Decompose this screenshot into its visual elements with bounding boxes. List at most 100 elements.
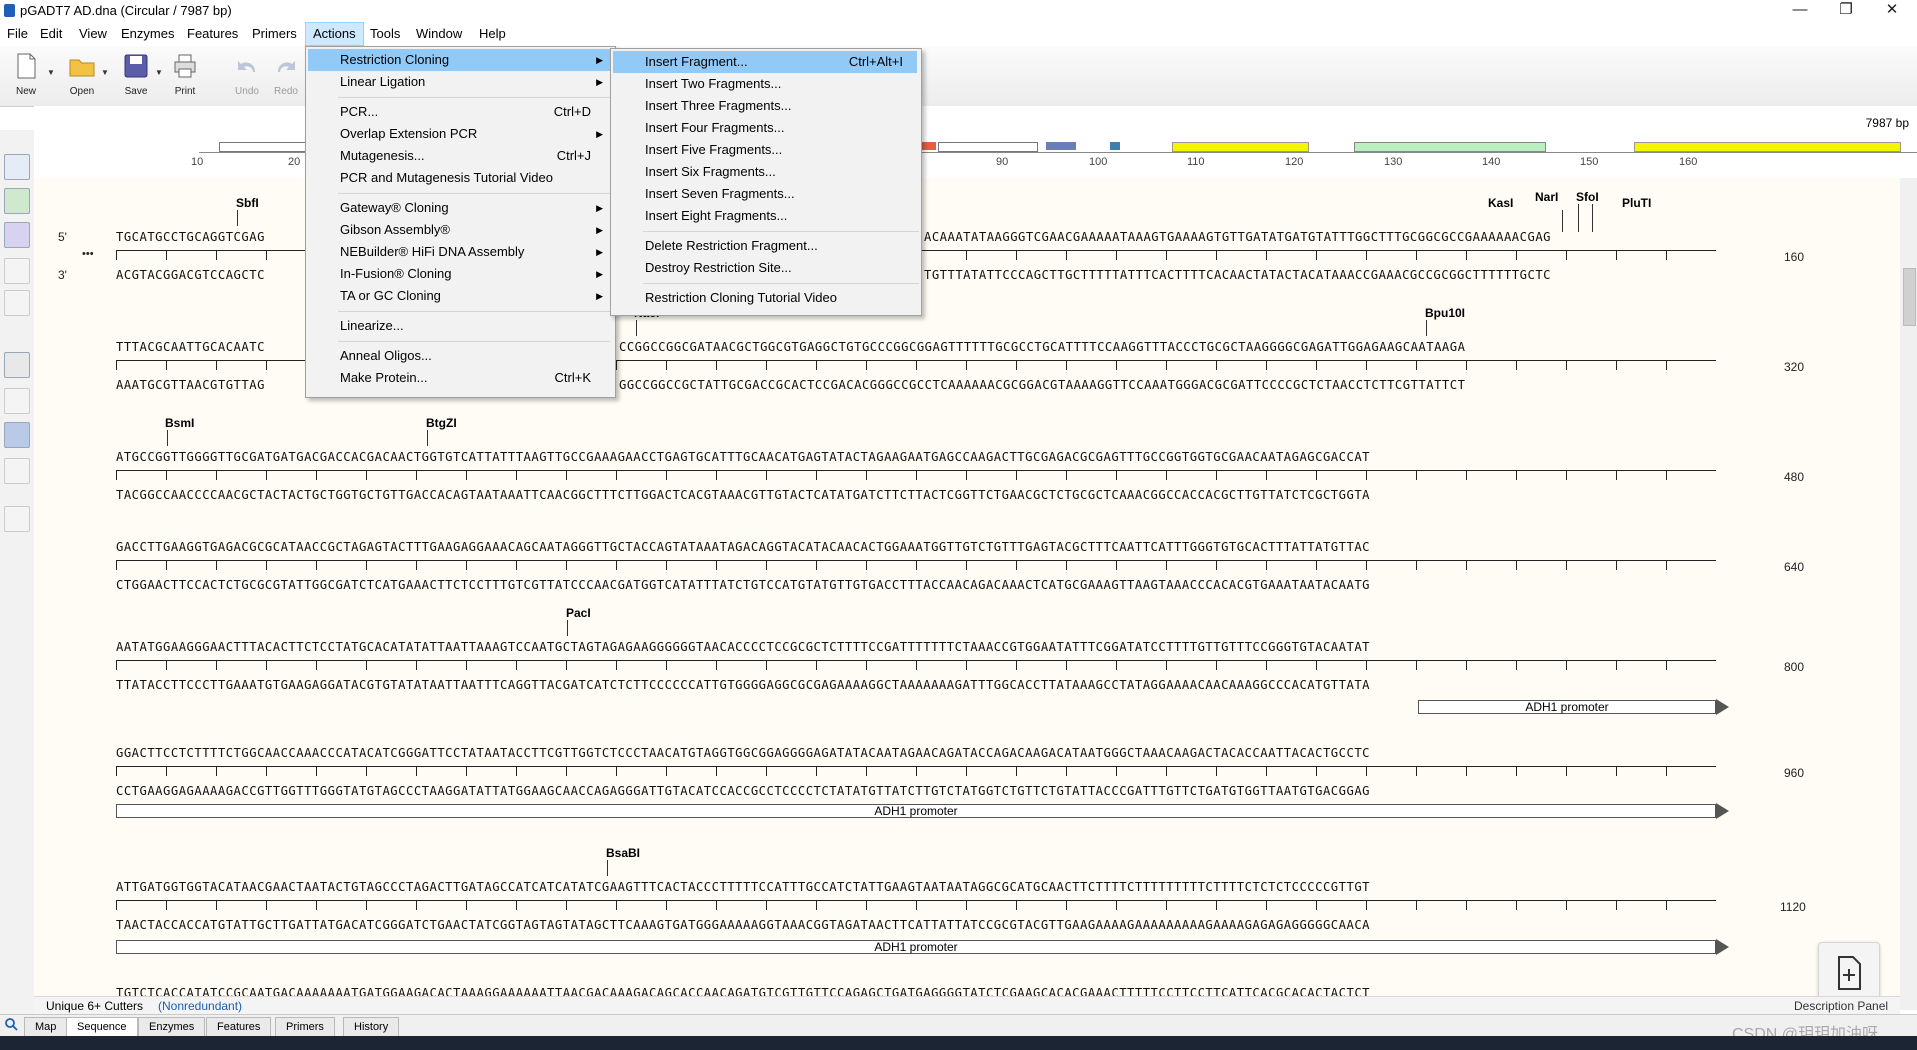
menu-item-nebuilder[interactable]: NEBuilder® HiFi DNA Assembly ▶ <box>308 241 611 263</box>
seq-bottom-strand[interactable]: TGTTTATATTCCCAGCTTGCTTTTTATTTCACTTTTCACA… <box>924 268 1551 282</box>
menu-actions[interactable]: Actions <box>305 22 364 46</box>
menu-item-anneal-oligos[interactable]: Anneal Oligos... <box>308 345 611 367</box>
enzyme-label[interactable]: BsmI <box>165 416 194 430</box>
enzyme-label[interactable]: SbfI <box>236 196 259 210</box>
seq-bottom-strand[interactable]: GGCCGGCCGCTATTGCGACCGCACTCCGACACGGGCCGCC… <box>619 378 1465 392</box>
enzyme-label[interactable]: Bpu10I <box>1425 306 1465 320</box>
minimize-button[interactable]: — <box>1777 0 1823 22</box>
seq-bottom-strand[interactable]: ACGTACGGACGTCCAGCTC <box>116 268 265 282</box>
menu-item-pcr-tutorial[interactable]: PCR and Mutagenesis Tutorial Video <box>308 167 611 189</box>
tab-primers[interactable]: Primers <box>275 1017 335 1037</box>
menu-item-gibson[interactable]: Gibson Assembly® ▶ <box>308 219 611 241</box>
feature-adh1-promoter[interactable]: ADH1 promoter <box>116 804 1716 818</box>
enzyme-label[interactable]: PluTI <box>1622 196 1651 210</box>
menu-item-pcr[interactable]: PCR... Ctrl+D <box>308 101 611 123</box>
cutters-label[interactable]: Unique 6+ Cutters <box>46 997 143 1015</box>
enzyme-label[interactable]: NarI <box>1535 190 1558 204</box>
search-icon[interactable] <box>4 1017 18 1031</box>
seq-bottom-strand[interactable]: AAATGCGTTAACGTGTTAG <box>116 378 265 392</box>
orf-tool-icon[interactable] <box>4 258 30 284</box>
undo-button[interactable]: Undo <box>225 50 269 102</box>
menu-item-delete-fragment[interactable]: Delete Restriction Fragment... <box>613 235 917 257</box>
map-feature-cyan[interactable] <box>1110 142 1120 150</box>
menu-item-overlap-pcr[interactable]: Overlap Extension PCR ▶ <box>308 123 611 145</box>
menu-help[interactable]: Help <box>472 22 513 46</box>
menu-file[interactable]: File <box>0 22 35 46</box>
map-feature-white[interactable] <box>938 142 1038 152</box>
save-dropdown-arrow[interactable]: ▼ <box>155 68 163 77</box>
menu-tools[interactable]: Tools <box>363 22 407 46</box>
new-button[interactable]: New <box>4 50 48 102</box>
enzyme-tool-icon[interactable] <box>4 154 30 180</box>
map-feature-yellow[interactable] <box>1172 142 1309 152</box>
more-ellipsis[interactable]: ••• <box>82 248 94 260</box>
menu-item-mutagenesis[interactable]: Mutagenesis... Ctrl+J <box>308 145 611 167</box>
seq-top-strand[interactable]: ATTGATGGTGGTACATAACGAACTAATACTGTAGCCCTAG… <box>116 880 1370 894</box>
seq-top-strand[interactable]: TGCATGCCTGCAGGTCGAG <box>116 230 265 244</box>
close-button[interactable]: ✕ <box>1869 0 1915 22</box>
open-button[interactable]: Open <box>60 50 104 102</box>
menu-features[interactable]: Features <box>180 22 245 46</box>
menu-item-linearize[interactable]: Linearize... <box>308 315 611 337</box>
menu-item-insert-eight[interactable]: Insert Eight Fragments... <box>613 205 917 227</box>
open-dropdown-arrow[interactable]: ▼ <box>101 68 109 77</box>
menu-window[interactable]: Window <box>409 22 469 46</box>
map-feature-yellow-2[interactable] <box>1634 142 1901 152</box>
seq-top-strand[interactable]: CCGGCCGGCGATAACGCTGGCGTGAGGCTGTGCCCGGCGG… <box>619 340 1465 354</box>
seq-bottom-strand[interactable]: TACGGCCAACCCCAACGCTACTACTGCTGGTGCTGTTGAC… <box>116 488 1370 502</box>
menu-item-insert-three[interactable]: Insert Three Fragments... <box>613 95 917 117</box>
feature-adh1-promoter[interactable]: ADH1 promoter <box>116 940 1716 954</box>
menu-item-restriction-cloning[interactable]: Restriction Cloning ▶ <box>308 49 611 71</box>
seq-bottom-strand[interactable]: TAACTACCACCATGTATTGCTTGATTATGACATCGGGATC… <box>116 918 1370 932</box>
menu-item-insert-fragment[interactable]: Insert Fragment... Ctrl+Alt+I <box>613 51 917 73</box>
cutters-mode[interactable]: (Nonredundant) <box>158 997 242 1015</box>
menu-item-restriction-tutorial[interactable]: Restriction Cloning Tutorial Video <box>613 287 917 309</box>
ruler-tool-icon[interactable] <box>4 352 30 378</box>
tab-enzymes[interactable]: Enzymes <box>138 1017 206 1037</box>
seq-bottom-strand[interactable]: CTGGAACTTCCACTCTGCGCGTATTGGCGATCTCATGAAA… <box>116 578 1370 592</box>
menu-item-ta-gc[interactable]: TA or GC Cloning ▶ <box>308 285 611 307</box>
enzyme-label[interactable]: SfoI <box>1576 190 1599 204</box>
description-panel-toggle[interactable]: Description Panel <box>1794 997 1888 1015</box>
feature-adh1-promoter[interactable]: ADH1 promoter <box>1418 700 1716 714</box>
menu-item-linear-ligation[interactable]: Linear Ligation ▶ <box>308 71 611 93</box>
enzyme-label[interactable]: PacI <box>566 606 591 620</box>
vertical-scrollbar[interactable] <box>1900 178 1917 1010</box>
primer-tool-icon[interactable] <box>4 222 30 248</box>
enzyme-label[interactable]: BtgZI <box>426 416 457 430</box>
tab-map[interactable]: Map <box>24 1017 68 1037</box>
menu-enzymes[interactable]: Enzymes <box>114 22 181 46</box>
menu-item-insert-two[interactable]: Insert Two Fragments... <box>613 73 917 95</box>
seq-top-strand[interactable]: ACAAATATAAGGGTCGAACGAAAAATAAAGTGAAAAGTGT… <box>924 230 1551 244</box>
new-sequence-float-button[interactable] <box>1818 942 1880 1004</box>
feature-arrow-icon[interactable] <box>4 188 30 214</box>
tab-features[interactable]: Features <box>206 1017 272 1037</box>
menu-edit[interactable]: Edit <box>33 22 69 46</box>
seq-top-strand[interactable]: AATATGGAAGGGAACTTTACACTTCTCCTATGCACATATA… <box>116 640 1370 654</box>
seq-top-strand[interactable]: TTTACGCAATTGCACAATC <box>116 340 265 354</box>
cca-tool-icon[interactable] <box>4 506 30 532</box>
new-dropdown-arrow[interactable]: ▼ <box>47 68 55 77</box>
print-button[interactable]: Print <box>163 50 207 102</box>
seq-bottom-strand[interactable]: TTATACCTTCCCTTGAAATGTGAAGAGGATACGTGTATAT… <box>116 678 1370 692</box>
menu-primers[interactable]: Primers <box>245 22 304 46</box>
menu-item-gateway[interactable]: Gateway® Cloning ▶ <box>308 197 611 219</box>
menu-item-insert-seven[interactable]: Insert Seven Fragments... <box>613 183 917 205</box>
menu-item-make-protein[interactable]: Make Protein... Ctrl+K <box>308 367 611 389</box>
map-feature-bar[interactable] <box>219 142 311 152</box>
tab-history[interactable]: History <box>343 1017 400 1037</box>
menu-view[interactable]: View <box>72 22 114 46</box>
seq-top-strand[interactable]: GGACTTCCTCTTTTCTGGCAACCAAACCCATACATCGGGA… <box>116 746 1370 760</box>
seq-top-strand[interactable]: GACCTTGAAGGTGAGACGCGCATAACCGCTAGAGTACTTT… <box>116 540 1370 554</box>
scrollbar-thumb[interactable] <box>1903 268 1916 326</box>
tab-sequence[interactable]: Sequence <box>66 1017 138 1037</box>
translation-icon[interactable] <box>4 422 30 448</box>
menu-item-insert-five[interactable]: Insert Five Fragments... <box>613 139 917 161</box>
seq-top-strand[interactable]: ATGCCGGTTGGGGTTGCGATGATGACGACCACGACAACTG… <box>116 450 1370 464</box>
seq-bottom-strand[interactable]: CCTGAAGGAGAAAAGACCGTTGGTTTGGGTATGTAGCCCT… <box>116 784 1370 798</box>
redo-button[interactable]: Redo <box>268 50 304 102</box>
map-feature-red[interactable] <box>922 142 936 150</box>
sequence-colors-icon[interactable] <box>4 388 30 414</box>
map-feature-green[interactable] <box>1354 142 1546 152</box>
map-feature-blue[interactable] <box>1046 142 1076 150</box>
